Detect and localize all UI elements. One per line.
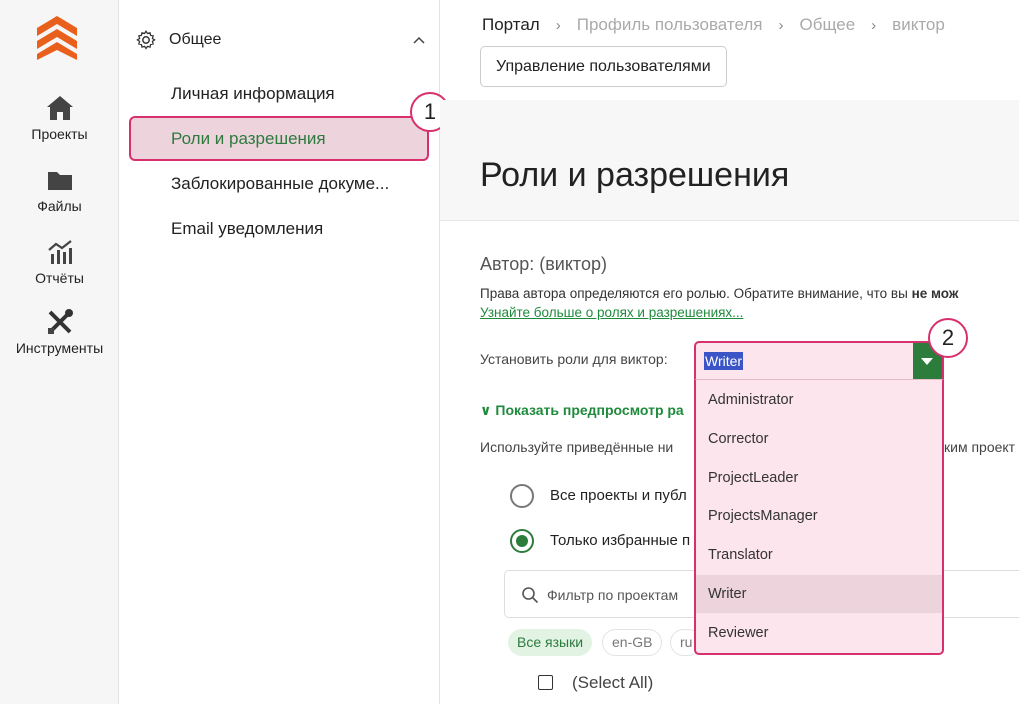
preview-toggle[interactable]: ∨ Показать предпросмотр ра	[480, 402, 684, 419]
rail-item-projects[interactable]: Проекты	[0, 94, 119, 144]
page-title: Роли и разрешения	[480, 156, 790, 194]
use-instructions-text-tail: ким проект	[944, 439, 1016, 455]
radio-all-projects[interactable]	[510, 484, 534, 508]
role-select-value: Writer	[704, 352, 744, 370]
use-instructions-text: Используйте приведённые ни	[480, 439, 674, 455]
rail-item-label: Отчёты	[35, 270, 84, 286]
settings-nav: Общее Личная информация Роли и разрешени…	[119, 0, 450, 704]
learn-more-link[interactable]: Узнайте больше о ролях и разрешениях...	[480, 305, 743, 320]
app-rail: Проекты Файлы Отчёты Инструменты	[0, 0, 119, 704]
breadcrumb-item[interactable]: виктор	[892, 15, 945, 35]
role-select[interactable]: Writer	[694, 341, 944, 379]
page-header: Роли и разрешения	[440, 100, 1019, 221]
role-option-projectleader[interactable]: ProjectLeader	[696, 459, 942, 497]
role-option-reviewer[interactable]: Reviewer	[696, 614, 942, 652]
gear-icon	[136, 30, 156, 50]
radio-label: Все проекты и публ	[550, 487, 687, 504]
preview-toggle-label: Показать предпросмотр ра	[495, 402, 684, 418]
rail-item-label: Проекты	[31, 126, 88, 142]
manage-users-button[interactable]: Управление пользователями	[480, 46, 727, 87]
author-description: Права автора определяются его ролью. Обр…	[480, 286, 958, 301]
description-text: Права автора определяются его ролью. Обр…	[480, 286, 908, 301]
select-all-label: (Select All)	[572, 673, 654, 692]
language-chip-all[interactable]: Все языки	[508, 629, 593, 656]
project-filter-input[interactable]	[547, 583, 697, 607]
chevron-right-icon: ›	[871, 16, 877, 34]
main-content: Портал › Профиль пользователя › Общее › …	[440, 0, 1019, 704]
nav-section-title: Общее	[169, 31, 222, 48]
role-option-administrator[interactable]: Administrator	[696, 381, 942, 419]
language-chip-en-gb[interactable]: en-GB	[602, 629, 663, 656]
rail-item-label: Инструменты	[15, 340, 104, 356]
rail-item-files[interactable]: Файлы	[0, 166, 119, 216]
set-roles-label: Установить роли для виктор:	[480, 351, 668, 367]
select-all-checkbox[interactable]	[538, 675, 553, 690]
role-option-writer[interactable]: Writer	[696, 575, 942, 613]
nav-item-locked-documents[interactable]: Заблокированные докуме...	[171, 174, 389, 194]
breadcrumb-item[interactable]: Общее	[800, 15, 856, 35]
tools-icon	[47, 309, 73, 334]
description-bold-text: не мож	[911, 286, 959, 301]
rail-item-label: Файлы	[37, 198, 82, 214]
annotation-badge-2: 2	[928, 318, 968, 358]
author-heading: Автор: (виктор)	[480, 254, 607, 274]
breadcrumb-item[interactable]: Профиль пользователя	[577, 15, 763, 35]
role-option-projectsmanager[interactable]: ProjectsManager	[696, 497, 942, 535]
home-icon	[46, 96, 73, 120]
chart-icon	[47, 240, 72, 264]
radio-selected-projects[interactable]	[510, 529, 534, 553]
nav-item-roles-permissions[interactable]: Роли и разрешения	[129, 116, 429, 161]
nav-item-label: Роли и разрешения	[171, 129, 326, 148]
search-icon	[522, 587, 539, 604]
chevron-up-icon[interactable]	[411, 32, 427, 48]
chevron-right-icon: ›	[778, 16, 784, 34]
app-logo-icon[interactable]	[32, 14, 82, 64]
breadcrumb-item[interactable]: Портал	[482, 15, 540, 35]
rail-item-tools[interactable]: Инструменты	[0, 308, 119, 358]
chevron-right-icon: ›	[555, 16, 561, 34]
breadcrumb: Портал › Профиль пользователя › Общее › …	[482, 15, 945, 35]
role-option-corrector[interactable]: Corrector	[696, 420, 942, 458]
nav-item-email-notifications[interactable]: Email уведомления	[171, 219, 323, 239]
folder-icon	[47, 172, 72, 190]
chevron-down-icon: ∨	[480, 402, 492, 418]
radio-label: Только избранные п	[550, 532, 691, 549]
nav-section-general[interactable]: Общее	[135, 24, 427, 56]
rail-item-reports[interactable]: Отчёты	[0, 238, 119, 288]
role-dropdown-list: Administrator Corrector ProjectLeader Pr…	[694, 379, 944, 655]
role-option-translator[interactable]: Translator	[696, 536, 942, 574]
nav-item-personal-info[interactable]: Личная информация	[171, 84, 335, 104]
